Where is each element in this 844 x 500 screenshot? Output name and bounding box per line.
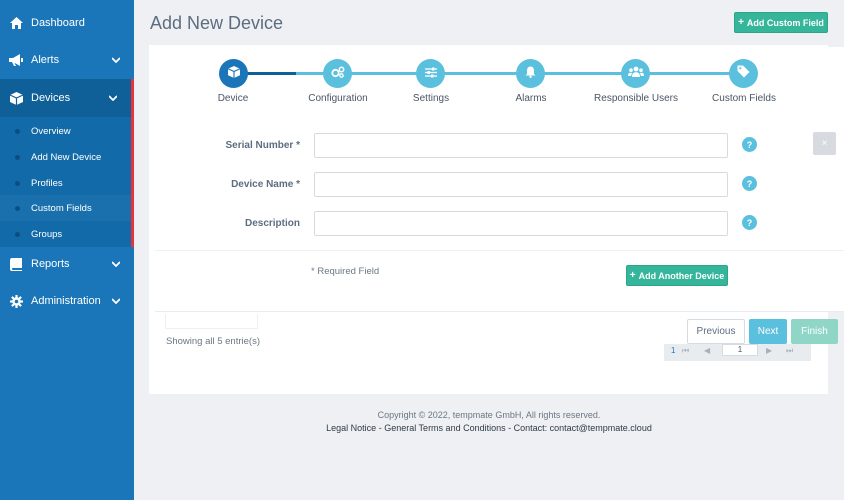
last-page-icon[interactable]: ⏭ — [786, 346, 793, 356]
contact-label: Contact: — [513, 423, 550, 433]
device-name-label: Device Name * — [231, 179, 300, 190]
help-icon[interactable]: ? — [742, 137, 757, 152]
megaphone-icon — [9, 53, 23, 67]
serial-number-label: Serial Number * — [225, 140, 300, 151]
plus-icon: + — [738, 17, 744, 28]
terms-link[interactable]: General Terms and Conditions — [384, 423, 505, 433]
sidebar-item-custom-fields[interactable]: Custom Fields — [0, 195, 131, 221]
required-field-note: * Required Field — [311, 266, 380, 277]
bell-icon — [525, 65, 536, 83]
add-another-device-label: Add Another Device — [638, 270, 725, 281]
serial-number-input[interactable] — [314, 133, 728, 158]
nav-devices-label: Devices — [31, 92, 71, 104]
divider — [155, 250, 844, 251]
help-icon[interactable]: ? — [742, 215, 757, 230]
previous-button[interactable]: Previous — [687, 319, 745, 344]
add-another-device-button[interactable]: + Add Another Device — [626, 265, 728, 286]
bullet-icon — [15, 231, 20, 237]
step-label-configuration: Configuration — [308, 93, 368, 104]
nav-reports[interactable]: Reports — [0, 245, 134, 283]
bullet-icon — [15, 154, 20, 160]
nav-administration[interactable]: Administration — [0, 282, 134, 320]
tags-icon — [737, 65, 750, 83]
cube-icon — [227, 65, 240, 83]
plus-icon: + — [629, 270, 636, 281]
bullet-icon — [15, 128, 20, 134]
description-input[interactable] — [314, 211, 728, 236]
nav-dashboard[interactable]: Dashboard — [0, 4, 134, 42]
footer-separator: - — [505, 423, 514, 433]
sliders-icon — [424, 65, 437, 83]
nav-dashboard-label: Dashboard — [31, 17, 85, 29]
next-page-icon[interactable]: ▶ — [766, 346, 772, 355]
book-icon — [9, 257, 23, 271]
first-page-icon[interactable]: ⏮ — [682, 346, 689, 356]
legal-notice-link[interactable]: Legal Notice — [326, 423, 376, 433]
sidebar-item-label: Profiles — [31, 177, 63, 189]
pagination: 1 ⏮ ◀ 1 ▶ ⏭ — [664, 344, 811, 361]
add-custom-field-label: Add Custom Field — [746, 17, 824, 28]
prev-page-icon[interactable]: ◀ — [704, 346, 710, 355]
cogs-icon — [330, 65, 345, 83]
sidebar-item-add-new-device[interactable]: Add New Device — [0, 144, 131, 170]
chevron-down-icon — [111, 259, 121, 269]
add-custom-field-button[interactable]: + Add Custom Field — [734, 12, 828, 33]
sidebar-item-groups[interactable]: Groups — [0, 221, 131, 247]
sidebar-item-label: Overview — [31, 125, 71, 137]
step-settings[interactable] — [416, 59, 445, 88]
close-icon: × — [821, 138, 828, 149]
footer-links: Legal Notice - General Terms and Conditi… — [0, 423, 844, 433]
description-label: Description — [244, 218, 300, 229]
step-custom-fields[interactable] — [729, 59, 758, 88]
gear-icon — [9, 294, 23, 308]
contact-email-link[interactable]: contact@tempmate.cloud — [550, 423, 652, 433]
step-responsible-users[interactable] — [621, 59, 650, 88]
sidebar-item-label: Add New Device — [31, 151, 102, 163]
cube-icon — [9, 91, 23, 105]
step-label-responsible-users: Responsible Users — [594, 93, 678, 104]
nav-alerts-label: Alerts — [31, 54, 60, 66]
step-label-custom-fields: Custom Fields — [712, 93, 776, 104]
footer-separator: - — [376, 423, 385, 433]
step-label-device: Device — [217, 93, 249, 104]
sidebar-item-label: Groups — [31, 228, 63, 240]
step-label-alarms: Alarms — [515, 93, 547, 104]
nav-reports-label: Reports — [31, 258, 70, 270]
device-name-input[interactable] — [314, 172, 728, 197]
sidebar-item-overview[interactable]: Overview — [0, 118, 131, 144]
page-input[interactable]: 1 — [722, 344, 758, 356]
bullet-icon — [15, 180, 20, 186]
copyright-text: Copyright © 2022, tempmate GmbH, All rig… — [377, 410, 601, 420]
finish-button[interactable]: Finish — [791, 319, 838, 344]
page-number[interactable]: 1 — [671, 346, 675, 355]
chevron-down-icon — [108, 93, 118, 103]
remove-device-button[interactable]: × — [813, 132, 836, 155]
table-header-stub — [165, 314, 258, 329]
devices-submenu: Overview Add New Device Profiles Custom … — [0, 117, 134, 247]
step-alarms[interactable] — [516, 59, 545, 88]
nav-devices[interactable]: Devices — [0, 79, 134, 117]
page-title: Add New Device — [150, 13, 284, 33]
chevron-down-icon — [111, 55, 121, 65]
chevron-down-icon — [111, 296, 121, 306]
bullet-icon — [15, 205, 20, 211]
step-configuration[interactable] — [323, 59, 352, 88]
help-icon[interactable]: ? — [742, 176, 757, 191]
step-device[interactable] — [219, 59, 248, 88]
step-progress-line — [247, 72, 296, 75]
nav-administration-label: Administration — [31, 295, 101, 307]
home-icon — [9, 16, 23, 30]
sidebar-item-profiles[interactable]: Profiles — [0, 170, 131, 196]
nav-alerts[interactable]: Alerts — [0, 41, 134, 79]
entries-count: Showing all 5 entrie(s) — [166, 336, 260, 347]
users-icon — [627, 65, 644, 83]
sidebar-item-label: Custom Fields — [31, 202, 92, 214]
step-label-settings: Settings — [412, 93, 450, 104]
next-button[interactable]: Next — [749, 319, 787, 344]
